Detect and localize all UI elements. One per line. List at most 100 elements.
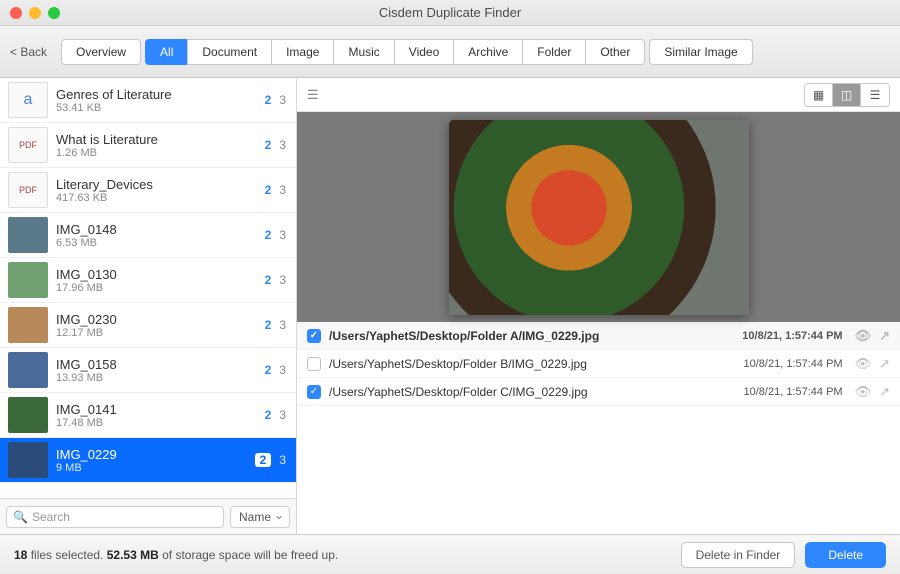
- view-list-button[interactable]: ☰: [861, 84, 889, 106]
- group-name: Literary_Devices: [56, 177, 265, 192]
- pdf-file-icon: PDF: [8, 172, 48, 208]
- group-name: IMG_0229: [56, 447, 255, 462]
- select-checkbox[interactable]: [307, 385, 321, 399]
- group-name: Genres of Literature: [56, 87, 265, 102]
- selected-count: 2: [265, 273, 272, 287]
- selected-count: 2: [265, 93, 272, 107]
- quicklook-icon[interactable]: 👁: [855, 356, 872, 372]
- group-counts: 23: [265, 228, 286, 242]
- group-row[interactable]: IMG_01486.53 MB23: [0, 213, 296, 258]
- view-mode-segment: ▦ ◫ ☰: [804, 83, 890, 107]
- group-row[interactable]: IMG_013017.96 MB23: [0, 258, 296, 303]
- group-size: 17.48 MB: [56, 417, 265, 429]
- reveal-in-finder-icon[interactable]: ↗: [879, 356, 890, 372]
- list-mode-icon[interactable]: ☰: [307, 87, 319, 103]
- sort-select[interactable]: Name: [230, 506, 290, 528]
- group-counts: 23: [255, 453, 286, 467]
- toolbar: < Back Overview AllDocumentImageMusicVid…: [0, 26, 900, 78]
- group-counts: 23: [265, 183, 286, 197]
- selected-count: 2: [265, 363, 272, 377]
- select-checkbox[interactable]: [307, 329, 321, 343]
- total-count: 3: [279, 93, 286, 107]
- tab-other[interactable]: Other: [585, 39, 645, 65]
- reveal-in-finder-icon[interactable]: ↗: [879, 384, 890, 400]
- group-name: IMG_0130: [56, 267, 265, 282]
- duplicate-row[interactable]: /Users/YaphetS/Desktop/Folder A/IMG_0229…: [297, 322, 900, 350]
- search-input[interactable]: 🔍 Search: [6, 506, 224, 528]
- group-size: 1.26 MB: [56, 147, 265, 159]
- group-size: 417.63 KB: [56, 192, 265, 204]
- tab-all[interactable]: All: [145, 39, 187, 65]
- duplicate-row[interactable]: /Users/YaphetS/Desktop/Folder B/IMG_0229…: [297, 350, 900, 378]
- file-date: 10/8/21, 1:57:44 PM: [744, 358, 843, 370]
- search-icon: 🔍: [13, 510, 28, 524]
- group-row[interactable]: PDFWhat is Literature1.26 MB23: [0, 123, 296, 168]
- image-thumb-icon: [8, 262, 48, 298]
- group-name: What is Literature: [56, 132, 265, 147]
- image-thumb-icon: [8, 352, 48, 388]
- file-path: /Users/YaphetS/Desktop/Folder B/IMG_0229…: [329, 357, 736, 371]
- group-row[interactable]: PDF Literary_Devices417.63 KB23: [0, 168, 296, 213]
- duplicate-file-list: /Users/YaphetS/Desktop/Folder A/IMG_0229…: [297, 322, 900, 534]
- doc-file-icon: a: [8, 82, 48, 118]
- file-date: 10/8/21, 1:57:44 PM: [742, 330, 842, 342]
- group-row[interactable]: IMG_014117.48 MB23: [0, 393, 296, 438]
- search-placeholder: Search: [32, 510, 70, 524]
- tab-video[interactable]: Video: [394, 39, 453, 65]
- group-counts: 23: [265, 273, 286, 287]
- tab-folder[interactable]: Folder: [522, 39, 585, 65]
- delete-in-finder-button[interactable]: Delete in Finder: [681, 542, 796, 568]
- group-counts: 23: [265, 93, 286, 107]
- reveal-in-finder-icon[interactable]: ↗: [879, 328, 890, 344]
- quicklook-icon[interactable]: 👁: [855, 384, 872, 400]
- back-button[interactable]: < Back: [10, 45, 47, 59]
- image-thumb-icon: [8, 307, 48, 343]
- pdf-file-icon: PDF: [8, 127, 48, 163]
- group-name: IMG_0141: [56, 402, 265, 417]
- tab-music[interactable]: Music: [333, 39, 393, 65]
- file-path: /Users/YaphetS/Desktop/Folder C/IMG_0229…: [329, 385, 736, 399]
- group-name: IMG_0158: [56, 357, 265, 372]
- group-counts: 23: [265, 408, 286, 422]
- total-count: 3: [279, 228, 286, 242]
- delete-button[interactable]: Delete: [805, 542, 886, 568]
- selected-count: 2: [265, 408, 272, 422]
- sidebar: aGenres of Literature53.41 KB23PDFWhat i…: [0, 78, 297, 534]
- tab-image[interactable]: Image: [271, 39, 333, 65]
- detail-header: ☰ ▦ ◫ ☰: [297, 78, 900, 112]
- tab-document[interactable]: Document: [187, 39, 271, 65]
- preview-image: [449, 120, 749, 315]
- group-size: 12.17 MB: [56, 327, 265, 339]
- group-size: 9 MB: [56, 462, 255, 474]
- duplicate-row[interactable]: /Users/YaphetS/Desktop/Folder C/IMG_0229…: [297, 378, 900, 406]
- total-count: 3: [279, 273, 286, 287]
- tab-overview[interactable]: Overview: [61, 39, 141, 65]
- group-name: IMG_0148: [56, 222, 265, 237]
- total-count: 3: [279, 318, 286, 332]
- total-count: 3: [279, 408, 286, 422]
- select-checkbox[interactable]: [307, 357, 321, 371]
- group-row[interactable]: IMG_02299 MB23: [0, 438, 296, 483]
- preview-area: [297, 112, 900, 322]
- window-title: Cisdem Duplicate Finder: [0, 5, 900, 20]
- group-row[interactable]: a Genres of Literature53.41 KB23: [0, 78, 296, 123]
- selected-count: 2: [265, 228, 272, 242]
- group-size: 13.93 MB: [56, 372, 265, 384]
- group-row[interactable]: IMG_015813.93 MB23: [0, 348, 296, 393]
- tab-archive[interactable]: Archive: [453, 39, 522, 65]
- view-grid-button[interactable]: ▦: [805, 84, 833, 106]
- tab-similar-image[interactable]: Similar Image: [649, 39, 752, 65]
- status-text: 18 files selected. 52.53 MB of storage s…: [14, 548, 338, 562]
- selected-count: 2: [255, 453, 272, 467]
- file-date: 10/8/21, 1:57:44 PM: [744, 386, 843, 398]
- selected-count: 2: [265, 183, 272, 197]
- group-row[interactable]: IMG_023012.17 MB23: [0, 303, 296, 348]
- detail-pane: ☰ ▦ ◫ ☰ /Users/YaphetS/Desktop/Folder A/…: [297, 78, 900, 534]
- quicklook-icon[interactable]: 👁: [855, 328, 872, 344]
- total-count: 3: [279, 138, 286, 152]
- image-thumb-icon: [8, 217, 48, 253]
- view-split-button[interactable]: ◫: [833, 84, 861, 106]
- status-bar: 18 files selected. 52.53 MB of storage s…: [0, 534, 900, 574]
- group-size: 17.96 MB: [56, 282, 265, 294]
- group-size: 53.41 KB: [56, 102, 265, 114]
